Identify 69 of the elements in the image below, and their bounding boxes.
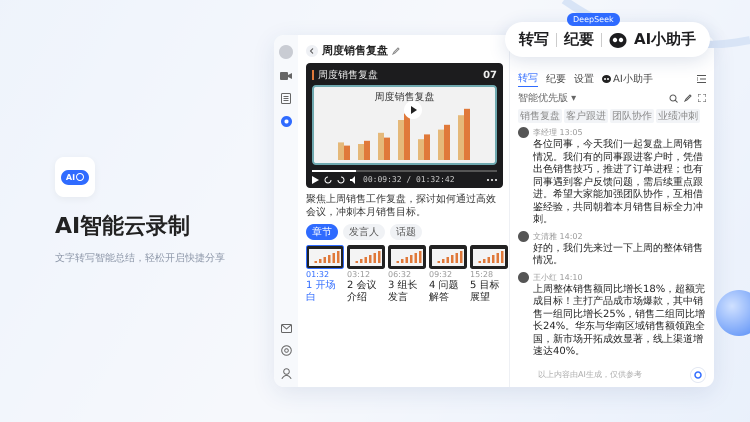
transcript-text: 各位同事，今天我们一起复盘上周销售情况。我们有的同事跟进客户时，凭借出色销售技巧，推进了订单进程；也有同事遇到客户反馈问题，需后续重点跟进。希望大家能加强团队协作，互相借鉴经验，共同朝着本月销售目标全力冲刺。: [532, 139, 704, 226]
chapter-thumbnail[interactable]: [388, 245, 426, 269]
chapter-title[interactable]: 5 目标展望: [470, 280, 508, 304]
assistant-button[interactable]: [690, 366, 706, 382]
chapter-title[interactable]: 2 会议介绍: [347, 280, 385, 304]
avatar-icon: [518, 127, 529, 138]
chapter-title[interactable]: 1 开场白: [306, 280, 344, 304]
accent-bar: [312, 70, 314, 80]
forward-icon[interactable]: [337, 176, 345, 184]
panel-tab[interactable]: 转写: [518, 71, 538, 87]
mascot-icon: [609, 32, 627, 48]
rewind-icon[interactable]: [324, 176, 332, 184]
feature-label: 纪要: [564, 30, 594, 49]
chapter-title[interactable]: 4 问题解答: [429, 280, 467, 304]
panel-tab[interactable]: 纪要: [546, 72, 566, 86]
chart-title: 周度销售复盘: [374, 90, 434, 104]
edit-icon[interactable]: [684, 94, 692, 102]
avatar-icon: [279, 45, 293, 59]
avatar-icon: [518, 272, 529, 282]
chapter-time: 09:32: [429, 270, 454, 279]
panel-tab[interactable]: 设置: [574, 72, 594, 86]
chapter-time: 01:32: [306, 270, 330, 279]
tab[interactable]: 章节: [306, 224, 338, 240]
summary-text: 聚焦上周销售工作复盘，探讨如何通过高效会议，冲刺本月销售目标。: [306, 193, 497, 219]
speaker-name: 王小红 14:10: [533, 272, 583, 282]
back-button[interactable]: [306, 44, 318, 56]
chapter-thumbnail[interactable]: [429, 245, 467, 269]
chapter-time: 15:28: [470, 270, 494, 279]
mascot-icon: [602, 74, 611, 82]
speaker-name: 李经理 13:05: [533, 127, 583, 138]
chapter-thumbnail[interactable]: [470, 245, 508, 269]
chapter-title[interactable]: 3 组长发言: [388, 280, 426, 304]
slide-title: 周度销售复盘: [318, 68, 378, 82]
settings-icon[interactable]: [280, 344, 292, 356]
model-badge: DeepSeek: [567, 13, 620, 26]
play-icon[interactable]: [312, 176, 319, 184]
expand-icon[interactable]: [698, 94, 706, 102]
tab[interactable]: 话题: [390, 224, 422, 240]
list-icon[interactable]: [697, 75, 706, 83]
disclaimer-text: 以上内容由AI生成，仅供参考: [538, 369, 642, 380]
play-icon[interactable]: [404, 101, 422, 119]
chapter-thumbnail[interactable]: [306, 245, 344, 269]
panel-tab[interactable]: AI小助手: [602, 72, 653, 86]
hero-subtitle: 文字转写智能总结，轻松开启快捷分享: [55, 252, 226, 265]
video-camera-icon[interactable]: [280, 71, 292, 81]
sphere-decoration: [716, 290, 750, 336]
search-icon[interactable]: [669, 94, 678, 102]
user-icon[interactable]: [280, 368, 292, 378]
document-icon[interactable]: [281, 93, 291, 104]
version-dropdown[interactable]: 智能优先版 ▾: [518, 91, 576, 105]
feature-label: 转写: [519, 30, 549, 49]
cloud-icon: AI: [60, 170, 90, 184]
tab[interactable]: 发言人: [343, 224, 385, 240]
playback-time: 00:09:32 / 01:32:42: [363, 175, 455, 184]
chapter-time: 03:12: [347, 270, 372, 279]
page-number: 07: [483, 70, 497, 80]
edit-icon[interactable]: [392, 46, 400, 54]
mail-icon[interactable]: [280, 324, 292, 332]
record-icon[interactable]: [280, 116, 292, 127]
transcript-text: 上周整体销售额同比增长18%，超额完成目标！主打产品成市场爆款，其中销售一组同比增长25%，销售二组同比增长24%。华东与华南区域销售额领跑全国，新市场开拓成效显著，线上渠道增速达40%。: [532, 284, 706, 358]
chapter-time: 06:32: [388, 270, 412, 279]
speaker-name: 文清雅 14:02: [533, 230, 583, 242]
recording-title: 周度销售复盘: [322, 43, 388, 58]
volume-icon[interactable]: [350, 176, 358, 184]
transcript-text: 好的，我们先来过一下上周的整体销售情况。: [532, 242, 704, 268]
chapter-thumbnail[interactable]: [347, 245, 385, 269]
hero-title: AI智能云录制: [55, 213, 192, 241]
avatar-icon: [518, 230, 529, 242]
feature-label: AI小助手: [634, 30, 696, 49]
